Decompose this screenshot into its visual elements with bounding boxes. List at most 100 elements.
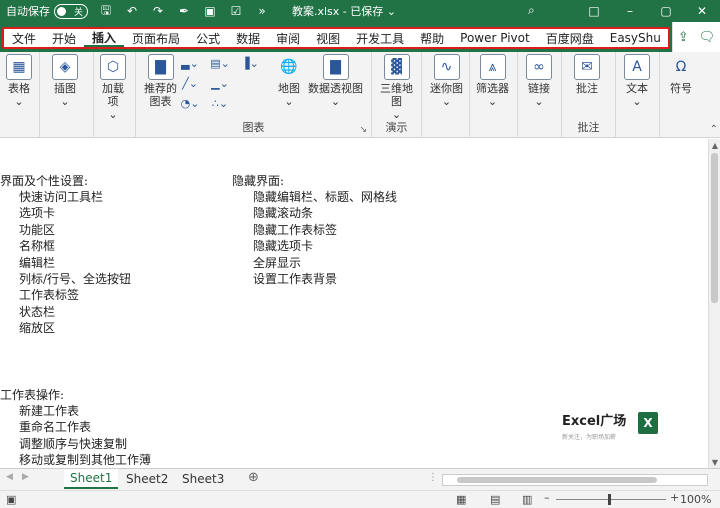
tab-item[interactable]: EasyShu xyxy=(602,29,669,47)
collapse-ribbon-icon[interactable]: ⌃ xyxy=(710,124,718,135)
prev-sheet-icon[interactable]: ◀ xyxy=(6,472,13,482)
close-icon[interactable]: ✕ xyxy=(684,0,720,22)
table-button[interactable]: ▦ 表格 ⌄ xyxy=(6,54,32,108)
sparkline-icon: ∿ xyxy=(433,54,460,80)
illustrations-button[interactable]: ◈ 插图 ⌄ xyxy=(52,54,78,108)
addins-icon: ⬡ xyxy=(100,54,126,80)
list-item: 功能区 xyxy=(19,222,56,237)
tab-item[interactable]: 开发工具 xyxy=(348,29,412,47)
tab-item[interactable]: 视图 xyxy=(308,29,348,47)
waterfall-chart-icon[interactable]: ▐⌄ xyxy=(241,56,259,70)
scrollbar-thumb[interactable] xyxy=(711,153,718,303)
maximize-icon[interactable]: ▢ xyxy=(648,0,684,22)
text-group: A 文本 ⌄ xyxy=(616,52,660,138)
line-chart-icon[interactable]: ╱⌄ xyxy=(182,76,198,90)
globe-icon: 🌐 xyxy=(280,58,298,75)
sheet-tab[interactable]: Sheet3 xyxy=(176,469,230,489)
list-item: 隐藏工作表标签 xyxy=(253,222,338,237)
excel-logo-icon: X xyxy=(638,412,658,434)
format-painter-icon[interactable]: ✒ xyxy=(176,3,192,19)
hscroll-thumb[interactable] xyxy=(457,477,657,483)
pivotchart-button[interactable]: ▇ 数据透视图 ⌄ xyxy=(308,54,363,108)
save-icon[interactable]: 🖫 xyxy=(98,3,114,19)
column-chart-icon[interactable]: ▃⌄ xyxy=(181,56,199,70)
statistic-chart-icon[interactable]: ▁⌄ xyxy=(211,76,229,90)
menu-tabs: 文件 开始 插入 页面布局 公式 数据 审阅 视图 开发工具 帮助 Power Pivot 百度网盘 E… xyxy=(2,27,670,49)
tab-strip: 文件 开始 插入 页面布局 公式 数据 审阅 视图 开发工具 帮助 Power Pivot 百度网盘 E… xyxy=(0,22,720,52)
zoom-level[interactable]: 100% xyxy=(680,493,711,506)
scroll-up-icon[interactable]: ▲ xyxy=(709,141,720,150)
bar-chart-icon: ▇ xyxy=(147,54,174,80)
zoom-slider[interactable] xyxy=(556,499,666,500)
tab-item[interactable]: 帮助 xyxy=(412,29,452,47)
3dmap-button[interactable]: ▓ 三维地 图 ⌄ xyxy=(380,54,413,121)
list-item: 隐藏滚动条 xyxy=(253,206,314,221)
symbols-button[interactable]: Ω 符号 xyxy=(668,54,694,96)
text-button[interactable]: A 文本 ⌄ xyxy=(624,54,650,108)
horizontal-scrollbar[interactable] xyxy=(442,474,708,486)
link-icon: ∞ xyxy=(526,54,552,80)
list-item: 重命名工作表 xyxy=(19,420,92,435)
link-button[interactable]: ∞ 链接 ⌄ xyxy=(526,54,552,108)
autosave-label: 自动保存 xyxy=(6,5,50,18)
addins-button[interactable]: ⬡ 加载 项 ⌄ xyxy=(100,54,126,121)
tab-item[interactable]: 百度网盘 xyxy=(538,29,602,47)
sheet-tab[interactable]: Sheet1 xyxy=(64,469,119,489)
shapes-icon: ◈ xyxy=(52,54,78,80)
redo-icon[interactable]: ↷ xyxy=(150,3,166,19)
share-icon[interactable]: ⇪ xyxy=(678,30,689,45)
status-bar: ▣ ▦ ▤ ▥ – + 100% xyxy=(0,490,720,508)
vertical-scrollbar[interactable]: ▲ ▼ xyxy=(708,139,720,469)
page-break-icon[interactable]: ▥ xyxy=(522,493,532,506)
undo-icon[interactable]: ↶ xyxy=(124,3,140,19)
tab-item[interactable]: 插入 xyxy=(84,29,125,47)
zoom-in-icon[interactable]: + xyxy=(670,491,679,504)
filters-group: ⩓ 筛选器 ⌄ xyxy=(470,52,518,138)
tab-split-icon[interactable]: ⋮ xyxy=(428,472,438,483)
omega-icon: Ω xyxy=(675,58,687,75)
3dmap-icon: ▓ xyxy=(383,54,410,80)
charts-group: ▇ 推荐的 图表 ▃⌄ ╱⌄ ◔⌄ ▤⌄ ▁⌄ ∴⌄ ▐⌄ 🌐 地图 ⌄ ▇ 数据… xyxy=(136,52,372,138)
scatter-chart-icon[interactable]: ∴⌄ xyxy=(212,96,228,110)
tab-item[interactable]: 审阅 xyxy=(268,29,308,47)
filters-button[interactable]: ⩓ 筛选器 ⌄ xyxy=(476,54,509,108)
comments-icon[interactable]: 🗨 xyxy=(699,30,716,45)
pie-chart-icon[interactable]: ◔⌄ xyxy=(181,96,200,110)
macro-record-icon[interactable]: ▣ xyxy=(6,493,16,506)
tab-item[interactable]: 文件 xyxy=(4,29,44,47)
tab-item[interactable]: Power Pivot xyxy=(452,29,538,47)
tours-group: ▓ 三维地 图 ⌄ 演示 xyxy=(372,52,422,138)
more-commands[interactable]: » xyxy=(254,3,270,19)
camera-icon[interactable]: ▣ xyxy=(202,3,218,19)
next-sheet-icon[interactable]: ▶ xyxy=(22,472,29,482)
add-sheet-icon[interactable]: ⊕ xyxy=(248,470,259,485)
maps-button[interactable]: 🌐 地图 ⌄ xyxy=(276,54,302,109)
autosave-toggle[interactable]: 关 xyxy=(54,3,88,19)
page-layout-icon[interactable]: ▤ xyxy=(490,493,500,506)
list-item: 设置工作表背景 xyxy=(253,272,338,286)
sheet-tab[interactable]: Sheet2 xyxy=(120,469,174,489)
hierarchy-chart-icon[interactable]: ▤⌄ xyxy=(210,56,230,70)
list-item: 全屏显示 xyxy=(253,255,302,270)
zoom-out-icon[interactable]: – xyxy=(544,491,550,504)
search-icon[interactable]: ⌕ xyxy=(528,3,535,18)
zoom-slider-thumb[interactable] xyxy=(608,494,611,505)
normal-view-icon[interactable]: ▦ xyxy=(456,493,466,506)
window-controls: □ – ▢ ✕ xyxy=(576,0,720,22)
scroll-down-icon[interactable]: ▼ xyxy=(709,458,720,467)
dialog-launcher-icon[interactable]: ↘ xyxy=(359,125,367,135)
sparklines-group: ∿ 迷你图 ⌄ xyxy=(422,52,470,138)
list-item: 隐藏编辑栏、标题、网格线 xyxy=(253,190,398,204)
tabs-right-tools: ⇪ 🗨 xyxy=(672,22,720,52)
checkbox-icon[interactable]: ☑ xyxy=(228,3,244,19)
tab-item[interactable]: 开始 xyxy=(44,29,84,47)
comment-button[interactable]: ✉ 批注 xyxy=(574,54,600,95)
tab-item[interactable]: 公式 xyxy=(188,29,228,47)
tab-item[interactable]: 页面布局 xyxy=(124,29,188,47)
tab-item[interactable]: 数据 xyxy=(228,29,268,47)
file-name: 教案.xlsx - 已保存 ⌄ xyxy=(292,5,396,18)
ribbon-display-icon[interactable]: □ xyxy=(576,0,612,22)
minimize-icon[interactable]: – xyxy=(612,0,648,22)
sparklines-button[interactable]: ∿ 迷你图 ⌄ xyxy=(430,54,463,108)
recommended-charts-button[interactable]: ▇ 推荐的 图表 xyxy=(144,54,177,108)
